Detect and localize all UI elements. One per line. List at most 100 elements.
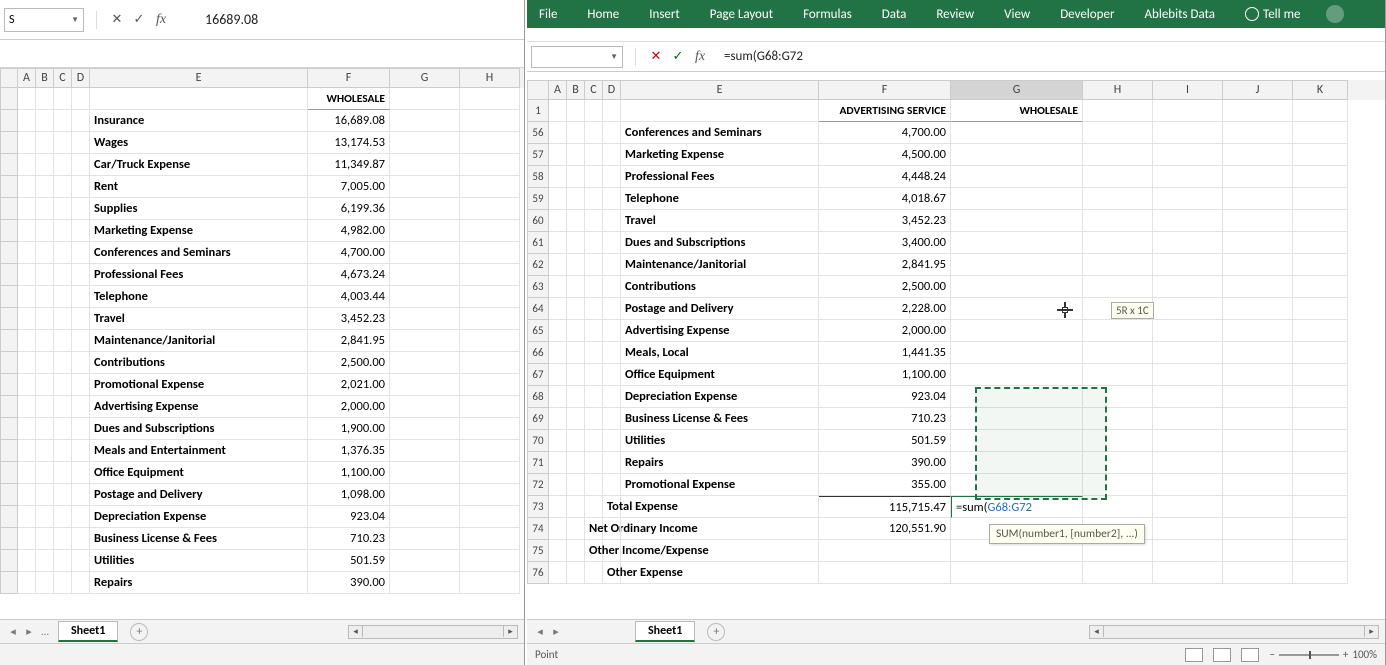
expense-value[interactable]: 501.59 xyxy=(308,550,390,572)
expense-value[interactable]: 4,018.67 xyxy=(819,188,951,210)
row-header[interactable]: 67 xyxy=(527,364,549,386)
expense-value[interactable]: 11,349.87 xyxy=(308,154,390,176)
row-header[interactable]: 71 xyxy=(527,452,549,474)
row-header[interactable] xyxy=(0,88,18,110)
expense-label[interactable]: Wages xyxy=(90,132,308,154)
col-header[interactable]: B xyxy=(36,68,54,88)
col-header[interactable]: F xyxy=(308,68,390,88)
chevron-down-icon[interactable]: ▼ xyxy=(610,52,618,62)
column-title-advertising[interactable]: ADVERTISING SERVICE xyxy=(819,100,951,122)
row-header[interactable]: 72 xyxy=(527,474,549,496)
row-header[interactable]: 66 xyxy=(527,342,549,364)
expense-label[interactable]: Telephone xyxy=(621,188,819,210)
row-header[interactable] xyxy=(0,462,18,484)
expense-label[interactable]: Postage and Delivery xyxy=(90,484,308,506)
expense-label[interactable]: Rent xyxy=(90,176,308,198)
row-header[interactable]: 70 xyxy=(527,430,549,452)
row-header[interactable] xyxy=(0,550,18,572)
row-header[interactable] xyxy=(0,132,18,154)
other-income-label[interactable]: Other Income/Expense xyxy=(585,540,603,562)
row-header[interactable]: 73 xyxy=(527,496,549,518)
col-header[interactable]: I xyxy=(1153,80,1223,100)
row-header[interactable] xyxy=(0,506,18,528)
col-header[interactable]: E xyxy=(90,68,308,88)
name-box[interactable]: S ▼ xyxy=(4,8,84,32)
worksheet-grid-right[interactable]: A B C D E F G H I J K 1 ADVERTISING SERV… xyxy=(527,80,1385,600)
expense-label[interactable]: Promotional Expense xyxy=(621,474,819,496)
total-value-f[interactable]: 115,715.47 xyxy=(819,496,951,518)
expense-label[interactable]: Conferences and Seminars xyxy=(621,122,819,144)
expense-label[interactable]: Meals, Local xyxy=(621,342,819,364)
column-title-wholesale[interactable]: WHOLESALE xyxy=(951,100,1083,122)
row-header[interactable]: 61 xyxy=(527,232,549,254)
expense-label[interactable]: Supplies xyxy=(90,198,308,220)
expense-value[interactable]: 923.04 xyxy=(819,386,951,408)
row-header[interactable]: 56 xyxy=(527,122,549,144)
row-header[interactable]: 74 xyxy=(527,518,549,540)
col-header[interactable]: H xyxy=(460,68,520,88)
expense-label[interactable]: Maintenance/Janitorial xyxy=(90,330,308,352)
col-header[interactable]: B xyxy=(567,80,585,100)
cancel-icon[interactable]: ✕ xyxy=(109,12,125,28)
expense-value[interactable]: 390.00 xyxy=(308,572,390,594)
expense-label[interactable]: Maintenance/Janitorial xyxy=(621,254,819,276)
expense-value[interactable]: 1,376.35 xyxy=(308,440,390,462)
zoom-in-icon[interactable]: + xyxy=(1343,648,1348,661)
expense-value[interactable]: 3,452.23 xyxy=(819,210,951,232)
expense-label[interactable]: Telephone xyxy=(90,286,308,308)
ribbon-tab-pagelayout[interactable]: Page Layout xyxy=(706,3,777,26)
expense-value[interactable]: 2,021.00 xyxy=(308,374,390,396)
row-header[interactable] xyxy=(0,484,18,506)
row-header[interactable]: 62 xyxy=(527,254,549,276)
col-header[interactable]: G xyxy=(390,68,460,88)
tell-me[interactable]: Tell me xyxy=(1241,3,1304,26)
col-header[interactable]: H xyxy=(1083,80,1153,100)
expense-label[interactable]: Conferences and Seminars xyxy=(90,242,308,264)
expense-label[interactable]: Travel xyxy=(621,210,819,232)
expense-label[interactable]: Repairs xyxy=(621,452,819,474)
expense-value[interactable]: 2,000.00 xyxy=(308,396,390,418)
row-header[interactable]: 59 xyxy=(527,188,549,210)
expense-value[interactable]: 923.04 xyxy=(308,506,390,528)
expense-value[interactable]: 16,689.08 xyxy=(308,110,390,132)
expense-value[interactable]: 3,400.00 xyxy=(819,232,951,254)
ribbon-tab-data[interactable]: Data xyxy=(878,3,911,26)
expense-value[interactable]: 710.23 xyxy=(819,408,951,430)
expense-value[interactable]: 2,500.00 xyxy=(308,352,390,374)
row-header[interactable] xyxy=(0,528,18,550)
expense-value[interactable]: 4,448.24 xyxy=(819,166,951,188)
col-header[interactable]: F xyxy=(819,80,951,100)
expense-label[interactable]: Utilities xyxy=(621,430,819,452)
ribbon-tab-review[interactable]: Review xyxy=(932,3,978,26)
enter-icon[interactable]: ✓ xyxy=(131,12,147,28)
ribbon-tab-home[interactable]: Home xyxy=(583,3,623,26)
expense-value[interactable]: 1,100.00 xyxy=(308,462,390,484)
row-header[interactable]: 64 xyxy=(527,298,549,320)
page-break-view-button[interactable] xyxy=(1241,648,1259,662)
expense-label[interactable]: Dues and Subscriptions xyxy=(621,232,819,254)
col-header[interactable]: C xyxy=(585,80,603,100)
horizontal-scrollbar[interactable]: ◂▸ xyxy=(1089,625,1379,639)
other-expense-label[interactable]: Other Expense xyxy=(603,562,621,584)
net-value[interactable]: 120,551.90 xyxy=(819,518,951,540)
row-header[interactable]: 68 xyxy=(527,386,549,408)
expense-label[interactable]: Office Equipment xyxy=(621,364,819,386)
fx-icon[interactable]: fx xyxy=(153,12,169,28)
row-header[interactable] xyxy=(0,330,18,352)
row-header[interactable] xyxy=(0,396,18,418)
col-header[interactable]: K xyxy=(1293,80,1348,100)
expense-value[interactable]: 1,100.00 xyxy=(819,364,951,386)
zoom-out-icon[interactable]: − xyxy=(1269,648,1274,661)
total-label[interactable]: Total Expense xyxy=(603,496,621,518)
expense-value[interactable]: 4,982.00 xyxy=(308,220,390,242)
expense-label[interactable]: Contributions xyxy=(621,276,819,298)
cancel-icon[interactable]: ✕ xyxy=(648,49,664,65)
row-header[interactable]: 63 xyxy=(527,276,549,298)
expense-value[interactable]: 390.00 xyxy=(819,452,951,474)
expense-label[interactable]: Office Equipment xyxy=(90,462,308,484)
expense-value[interactable]: 2,000.00 xyxy=(819,320,951,342)
row-header[interactable]: 65 xyxy=(527,320,549,342)
row-header[interactable] xyxy=(0,418,18,440)
horizontal-scrollbar[interactable]: ◂▸ xyxy=(348,625,518,639)
expense-label[interactable]: Depreciation Expense xyxy=(621,386,819,408)
